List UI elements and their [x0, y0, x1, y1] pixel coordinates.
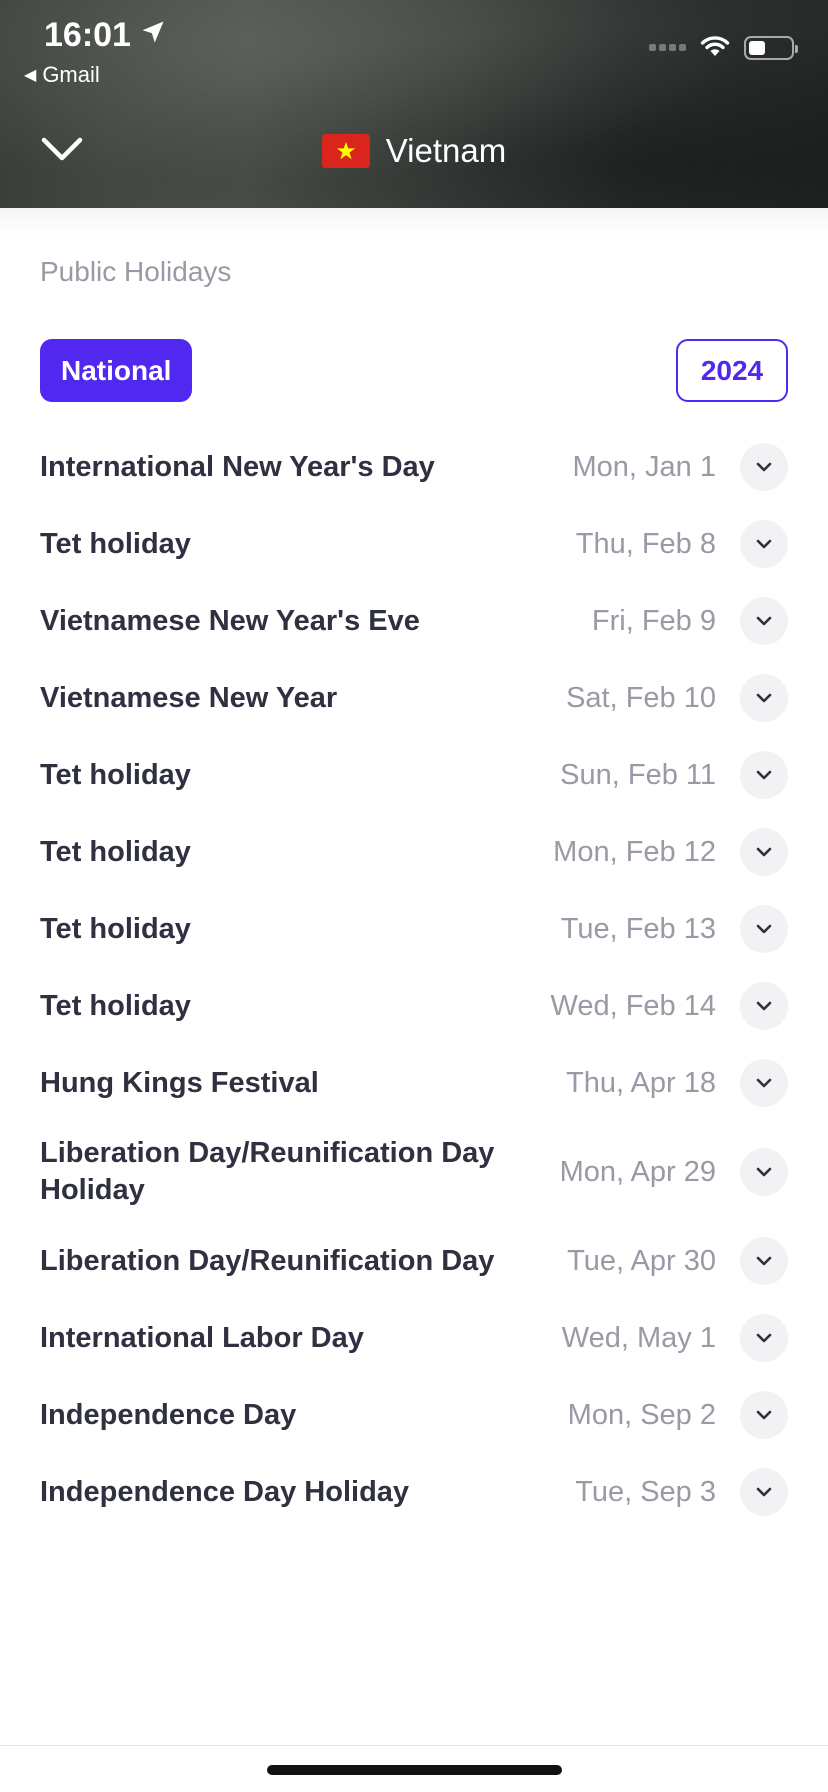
expand-chevron-down-icon[interactable] [740, 1059, 788, 1107]
holiday-name: Independence Day [40, 1398, 297, 1431]
holiday-date: Sat, Feb 10 [566, 681, 716, 714]
holiday-row[interactable]: Tet holiday Wed, Feb 14 [0, 966, 828, 1046]
back-to-app-link[interactable]: ◀ Gmail [24, 62, 100, 88]
holiday-row[interactable]: Tet holiday Sun, Feb 11 [0, 735, 828, 815]
section-title: Public Holidays [40, 256, 232, 287]
expand-chevron-down-icon[interactable] [740, 1237, 788, 1285]
holiday-content: Public Holidays National 2024 Internatio… [0, 208, 828, 1792]
holiday-name: Liberation Day/Reunification Day Holiday [40, 1137, 495, 1206]
holiday-row[interactable]: Liberation Day/Reunification Day Holiday… [0, 1132, 828, 1212]
back-app-label: Gmail [42, 62, 100, 87]
holiday-row[interactable]: Tet holiday Tue, Feb 13 [0, 889, 828, 969]
holiday-name: International Labor Day [40, 1321, 364, 1354]
holiday-name: Tet holiday [40, 527, 191, 560]
expand-chevron-down-icon[interactable] [740, 828, 788, 876]
location-arrow-icon [139, 16, 167, 55]
holiday-date: Mon, Apr 29 [559, 1155, 716, 1188]
expand-chevron-down-icon[interactable] [740, 1391, 788, 1439]
holiday-date: Mon, Jan 1 [572, 450, 716, 483]
expand-chevron-down-icon[interactable] [740, 1468, 788, 1516]
wifi-icon [698, 32, 732, 63]
year-selector-button[interactable]: 2024 [676, 339, 788, 402]
holiday-name: Liberation Day/Reunification Day [40, 1244, 495, 1277]
status-time: 16:01 [44, 16, 167, 55]
holiday-row[interactable]: Liberation Day/Reunification Day Tue, Apr… [0, 1221, 828, 1301]
holiday-name: Tet holiday [40, 912, 191, 945]
holiday-date: Tue, Feb 13 [560, 912, 716, 945]
status-time-text: 16:01 [44, 16, 131, 54]
holiday-date: Wed, Feb 14 [550, 989, 716, 1022]
holiday-name: Independence Day Holiday [40, 1475, 410, 1508]
national-filter-button[interactable]: National [40, 339, 193, 402]
page-title: Vietnam [385, 132, 507, 169]
holiday-name: Tet holiday [40, 835, 191, 868]
expand-chevron-down-icon[interactable] [740, 751, 788, 799]
holiday-date: Wed, May 1 [561, 1321, 716, 1354]
holiday-date: Mon, Sep 2 [567, 1398, 716, 1431]
holiday-row[interactable]: Vietnamese New Year Sat, Feb 10 [0, 658, 828, 738]
holiday-name: International New Year's Day [40, 450, 435, 483]
holiday-date: Thu, Apr 18 [566, 1066, 716, 1099]
cellular-signal-icon [649, 44, 686, 51]
back-triangle-icon: ◀ [24, 67, 37, 84]
home-indicator [267, 1765, 562, 1775]
holiday-date: Fri, Feb 9 [591, 604, 716, 637]
holiday-name: Tet holiday [40, 989, 191, 1022]
expand-chevron-down-icon[interactable] [740, 905, 788, 953]
holiday-row[interactable]: International Labor Day Wed, May 1 [0, 1298, 828, 1378]
holiday-date: Sun, Feb 11 [560, 758, 716, 791]
holiday-row[interactable]: Vietnamese New Year's Eve Fri, Feb 9 [0, 581, 828, 661]
header: 16:01 ◀ Gmail Vietnam [0, 0, 828, 208]
holiday-row[interactable]: Independence Day Holiday Tue, Sep 3 [0, 1452, 828, 1532]
status-indicators [649, 32, 798, 63]
expand-chevron-down-icon[interactable] [740, 597, 788, 645]
holiday-date: Thu, Feb 8 [575, 527, 716, 560]
holiday-name: Vietnamese New Year's Eve [40, 604, 420, 637]
holiday-date: Mon, Feb 12 [553, 835, 716, 868]
holiday-name: Hung Kings Festival [40, 1066, 319, 1099]
holiday-date: Tue, Sep 3 [575, 1475, 716, 1508]
battery-icon [744, 35, 798, 60]
expand-chevron-down-icon[interactable] [740, 443, 788, 491]
holiday-date: Tue, Apr 30 [567, 1244, 716, 1277]
holiday-name: Vietnamese New Year [40, 681, 338, 714]
holiday-row[interactable]: International New Year's Day Mon, Jan 1 [0, 427, 828, 507]
vietnam-flag-icon [321, 134, 370, 168]
holiday-row[interactable]: Tet holiday Mon, Feb 12 [0, 812, 828, 892]
expand-chevron-down-icon[interactable] [740, 1314, 788, 1362]
expand-chevron-down-icon[interactable] [740, 982, 788, 1030]
holiday-name: Tet holiday [40, 758, 191, 791]
bottom-divider [0, 1745, 828, 1746]
expand-chevron-down-icon[interactable] [740, 520, 788, 568]
holiday-row[interactable]: Independence Day Mon, Sep 2 [0, 1375, 828, 1455]
expand-chevron-down-icon[interactable] [740, 1148, 788, 1196]
expand-chevron-down-icon[interactable] [740, 674, 788, 722]
holiday-row[interactable]: Hung Kings Festival Thu, Apr 18 [0, 1043, 828, 1123]
holiday-row[interactable]: Tet holiday Thu, Feb 8 [0, 504, 828, 584]
page-title-group: Vietnam [0, 132, 828, 170]
